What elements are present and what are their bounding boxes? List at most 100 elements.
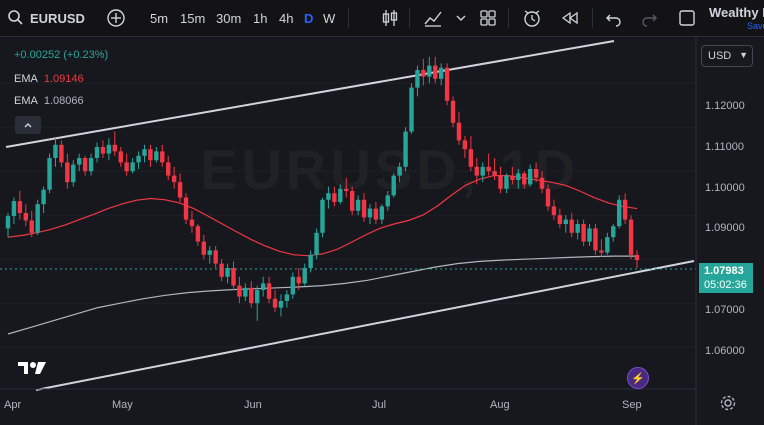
candle[interactable] — [349, 186, 355, 216]
candle[interactable] — [237, 276, 242, 304]
candle[interactable] — [154, 147, 159, 163]
interval-1h[interactable]: 1h — [253, 0, 267, 36]
candle[interactable] — [593, 224, 598, 255]
candle[interactable] — [433, 56, 438, 84]
candle[interactable] — [344, 177, 349, 198]
candles-icon[interactable] — [380, 8, 400, 28]
fullscreen-icon[interactable] — [677, 8, 697, 28]
interval-15m[interactable]: 15m — [180, 0, 205, 36]
candle[interactable] — [587, 224, 592, 246]
candle[interactable] — [468, 136, 474, 172]
collapse-legend-button[interactable] — [15, 116, 41, 134]
candle[interactable] — [100, 140, 106, 158]
candle[interactable] — [35, 199, 40, 235]
candle[interactable] — [177, 173, 183, 202]
candle[interactable] — [231, 261, 236, 290]
ema-fast-legend[interactable]: EMA 1.09146 — [14, 73, 84, 85]
candle[interactable] — [71, 160, 76, 187]
candle[interactable] — [628, 215, 634, 260]
candle[interactable] — [527, 164, 533, 187]
candle[interactable] — [47, 153, 52, 194]
lightning-icon[interactable]: ⚡ — [627, 367, 649, 389]
interval-d[interactable]: D — [304, 0, 313, 36]
candle[interactable] — [427, 56, 432, 84]
candle[interactable] — [409, 83, 414, 134]
candle[interactable] — [605, 232, 610, 255]
candle[interactable] — [278, 294, 284, 317]
candle[interactable] — [166, 155, 171, 180]
candle[interactable] — [23, 204, 29, 227]
interval-w[interactable]: W — [323, 0, 335, 36]
gear-icon[interactable] — [719, 394, 737, 417]
candle[interactable] — [207, 246, 212, 264]
candle[interactable] — [421, 59, 426, 86]
candle[interactable] — [5, 213, 11, 238]
candle[interactable] — [397, 162, 402, 183]
candle[interactable] — [171, 166, 177, 189]
candle[interactable] — [539, 171, 545, 194]
indicators-icon[interactable] — [423, 8, 443, 28]
candle[interactable] — [53, 138, 58, 167]
candle[interactable] — [581, 219, 586, 246]
candle[interactable] — [94, 142, 100, 163]
candle[interactable] — [385, 191, 390, 211]
candle[interactable] — [599, 239, 604, 257]
candle[interactable] — [462, 136, 468, 158]
candle[interactable] — [545, 184, 551, 211]
candle[interactable] — [314, 228, 319, 260]
candle[interactable] — [575, 219, 580, 240]
candle[interactable] — [77, 153, 82, 172]
candle[interactable] — [456, 111, 462, 145]
candle[interactable] — [284, 290, 290, 308]
candle[interactable] — [611, 224, 616, 242]
candle[interactable] — [634, 250, 640, 268]
candle[interactable] — [504, 173, 509, 194]
candle[interactable] — [338, 184, 343, 205]
replay-icon[interactable] — [560, 8, 580, 28]
interval-4h[interactable]: 4h — [279, 0, 293, 36]
candle[interactable] — [326, 186, 331, 209]
candle[interactable] — [213, 246, 218, 268]
candle[interactable] — [272, 290, 278, 312]
candle[interactable] — [59, 140, 64, 167]
candle[interactable] — [516, 169, 521, 189]
candle[interactable] — [379, 204, 385, 224]
candle[interactable] — [450, 96, 456, 128]
candle[interactable] — [551, 199, 557, 220]
candle[interactable] — [142, 144, 147, 163]
undo-icon[interactable] — [604, 8, 624, 28]
candle[interactable] — [225, 263, 230, 284]
alert-clock-icon[interactable] — [522, 8, 542, 28]
candle[interactable] — [290, 272, 296, 299]
candle[interactable] — [160, 144, 165, 167]
candle[interactable] — [367, 204, 373, 224]
candle[interactable] — [266, 276, 272, 304]
candle[interactable] — [403, 127, 408, 172]
ema-slow-legend[interactable]: EMA 1.08066 — [14, 95, 84, 107]
chart-canvas[interactable] — [0, 37, 764, 425]
candle[interactable] — [130, 158, 135, 174]
candle[interactable] — [195, 224, 201, 246]
candle[interactable] — [415, 65, 420, 97]
candle[interactable] — [11, 197, 17, 224]
symbol-name[interactable]: EURUSD — [30, 0, 85, 36]
candle[interactable] — [332, 186, 337, 207]
candle[interactable] — [622, 193, 628, 224]
ema-slow-line[interactable] — [7, 255, 637, 335]
redo-icon[interactable] — [639, 8, 659, 28]
candle[interactable] — [355, 195, 361, 216]
candle[interactable] — [373, 202, 379, 224]
search-icon[interactable] — [6, 8, 26, 28]
candle[interactable] — [106, 138, 112, 161]
candle[interactable] — [510, 166, 515, 185]
candle[interactable] — [88, 153, 94, 176]
candle[interactable] — [438, 63, 444, 86]
candle[interactable] — [201, 235, 207, 260]
candle[interactable] — [65, 153, 70, 189]
candle[interactable] — [557, 208, 563, 229]
candle[interactable] — [124, 153, 129, 176]
interval-5m[interactable]: 5m — [150, 0, 168, 36]
layouts-icon[interactable] — [478, 8, 498, 28]
candle[interactable] — [189, 210, 195, 233]
candle[interactable] — [82, 155, 88, 176]
